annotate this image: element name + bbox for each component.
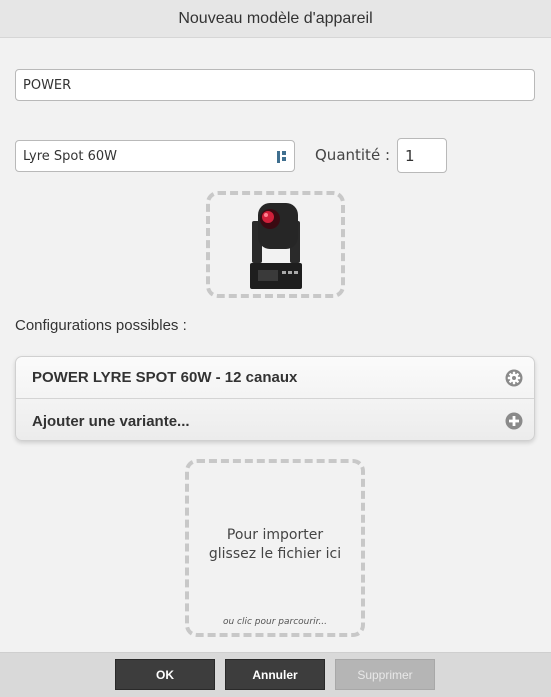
moving-head-fixture-image	[249, 202, 302, 289]
ok-button[interactable]: OK	[115, 659, 215, 690]
dropzone-line-2: glissez le fichier ici	[208, 546, 342, 562]
dialog-title: Nouveau modèle d'appareil	[0, 0, 551, 38]
browse-hint[interactable]: ou clic pour parcourir...	[189, 617, 361, 627]
model-select-value: Lyre Spot 60W	[23, 148, 118, 164]
gear-icon[interactable]	[505, 369, 523, 387]
file-import-dropzone[interactable]: Pour importer glissez le fichier ici ou …	[185, 459, 365, 637]
dropdown-icon[interactable]	[276, 149, 288, 165]
configurations-label: Configurations possibles :	[15, 317, 187, 334]
quantity-input[interactable]: 1	[397, 138, 447, 173]
dialog-footer: OK Annuler Supprimer	[0, 652, 551, 697]
cancel-button[interactable]: Annuler	[225, 659, 325, 690]
add-variant-item[interactable]: Ajouter une variante...	[16, 400, 534, 442]
name-input[interactable]: POWER	[15, 69, 535, 101]
dropzone-line-1: Pour importer	[226, 527, 324, 543]
add-variant-label: Ajouter une variante...	[32, 412, 190, 430]
configuration-item-label: POWER LYRE SPOT 60W - 12 canaux	[32, 369, 298, 386]
delete-button[interactable]: Supprimer	[335, 659, 435, 690]
model-select[interactable]: Lyre Spot 60W	[15, 140, 295, 172]
fixture-image-dropzone[interactable]	[206, 191, 345, 298]
quantity-label: Quantité :	[315, 146, 390, 164]
plus-icon[interactable]	[505, 412, 523, 430]
configuration-item[interactable]: POWER LYRE SPOT 60W - 12 canaux	[16, 357, 534, 399]
configurations-list: POWER LYRE SPOT 60W - 12 canaux Ajouter …	[15, 356, 535, 441]
